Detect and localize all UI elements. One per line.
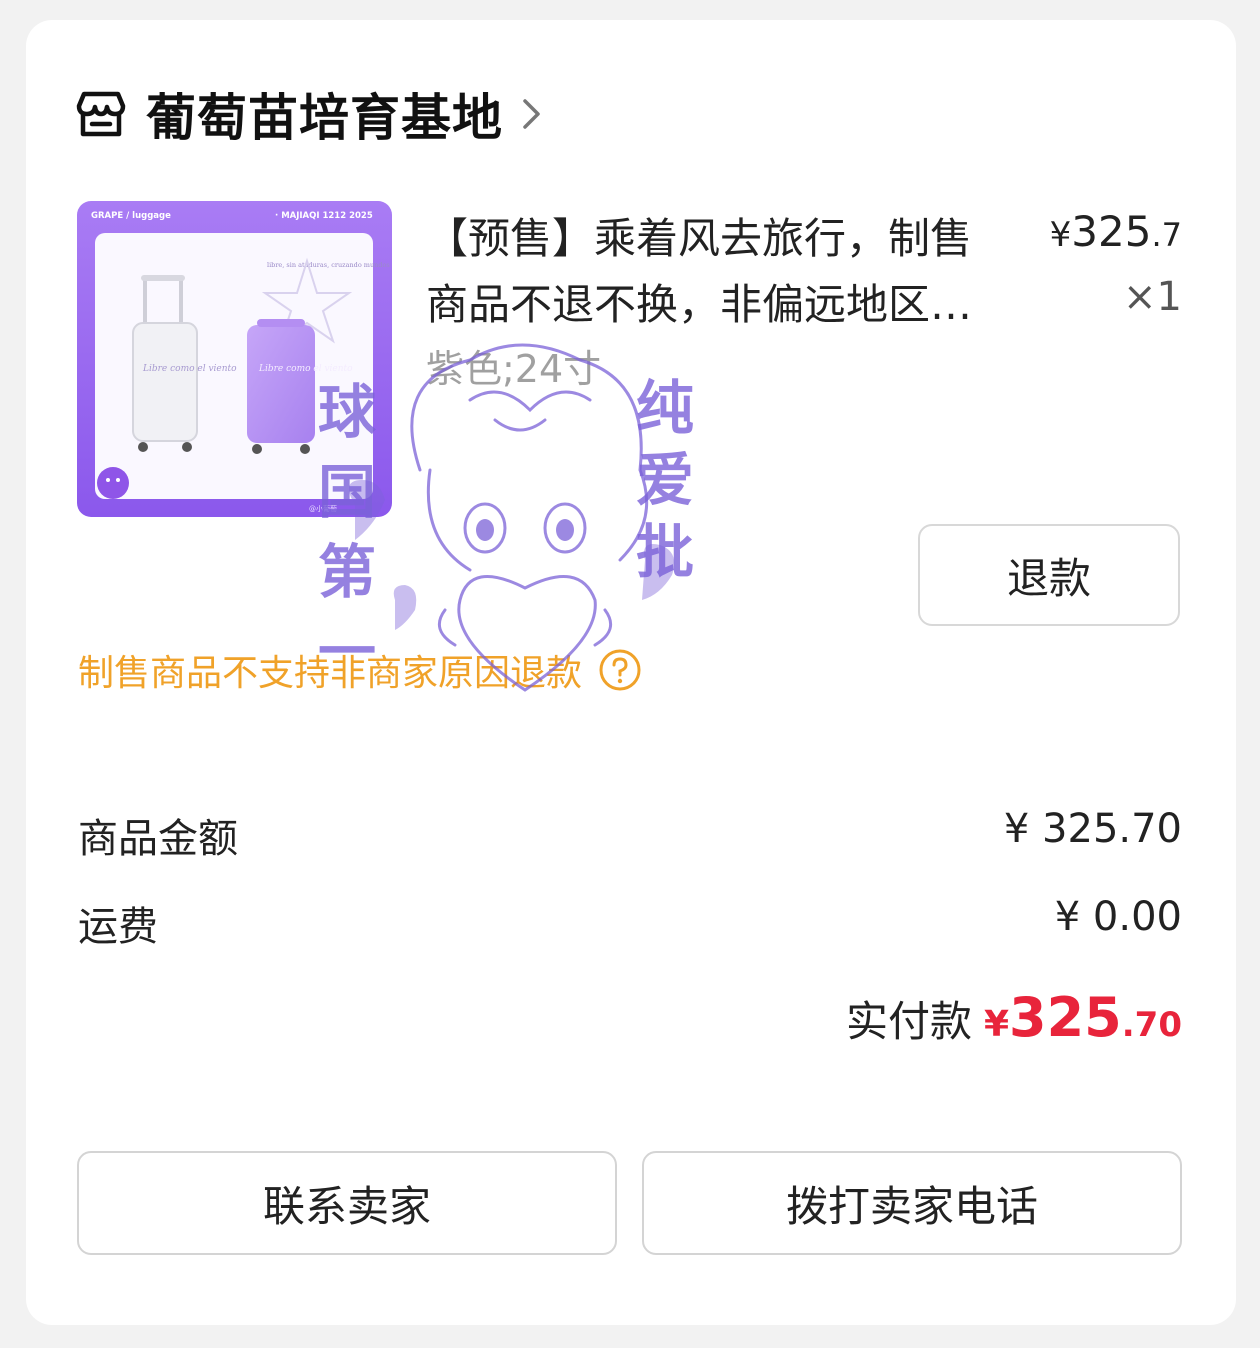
shipping-row: 运费 ¥ 0.00 bbox=[78, 894, 1182, 952]
refund-button[interactable]: 退款 bbox=[918, 524, 1180, 626]
price-decimal: .7 bbox=[1151, 216, 1182, 254]
watermark-left: 球国第一 bbox=[318, 372, 382, 692]
call-seller-button[interactable]: 拨打卖家电话 bbox=[642, 1151, 1182, 1255]
chevron-right-icon bbox=[523, 99, 540, 129]
product-spec: 紫色;24寸 bbox=[426, 347, 602, 391]
watermark-right-text: 纯爱批 bbox=[636, 374, 695, 586]
order-card: 葡萄苗培育基地 GRAPE / luggage · MAJIAQI 1212 2… bbox=[26, 20, 1236, 1325]
shop-header[interactable]: 葡萄苗培育基地 bbox=[76, 84, 543, 147]
thumb-label-right: · MAJIAQI 1212 2025 bbox=[275, 211, 373, 221]
paid-amount-row: 实付款 ¥ 325 .70 bbox=[846, 986, 1182, 1049]
goods-amount-label: 商品金额 bbox=[78, 816, 238, 862]
thumb-label-left: GRAPE / luggage bbox=[91, 211, 171, 221]
thumb-caption: libre, sin ataduras, cruzando mundos bbox=[267, 261, 390, 269]
shipping-label: 运费 bbox=[78, 904, 158, 950]
paid-currency: ¥ bbox=[983, 1004, 1010, 1045]
product-quantity: ×1 bbox=[1123, 274, 1182, 320]
paid-label: 实付款 bbox=[845, 997, 972, 1046]
shipping-value: ¥ 0.00 bbox=[1054, 894, 1182, 940]
goods-amount-value: ¥ 325.70 bbox=[1003, 806, 1182, 852]
watermark-right: 纯爱批 bbox=[636, 372, 700, 588]
goods-amount-row: 商品金额 ¥ 325.70 bbox=[78, 806, 1182, 864]
price-integer: 325 bbox=[1071, 207, 1152, 256]
price-currency: ¥ bbox=[1049, 215, 1072, 255]
product-title[interactable]: 【预售】乘着风去旅行，制售商品不退不换，非偏远地区包邮 bbox=[426, 206, 986, 338]
watermark-left-text: 球国第一 bbox=[318, 378, 377, 686]
product-price: ¥325.7 bbox=[1050, 206, 1182, 261]
contact-seller-button[interactable]: 联系卖家 bbox=[77, 1151, 617, 1255]
question-circle-icon[interactable] bbox=[598, 648, 642, 692]
thumb-case-text-1: Libre como el viento bbox=[142, 364, 237, 374]
paid-integer: 325 bbox=[1009, 986, 1122, 1049]
paid-decimal: .70 bbox=[1121, 1005, 1182, 1045]
shop-name: 葡萄苗培育基地 bbox=[146, 89, 503, 147]
store-icon bbox=[76, 91, 126, 137]
